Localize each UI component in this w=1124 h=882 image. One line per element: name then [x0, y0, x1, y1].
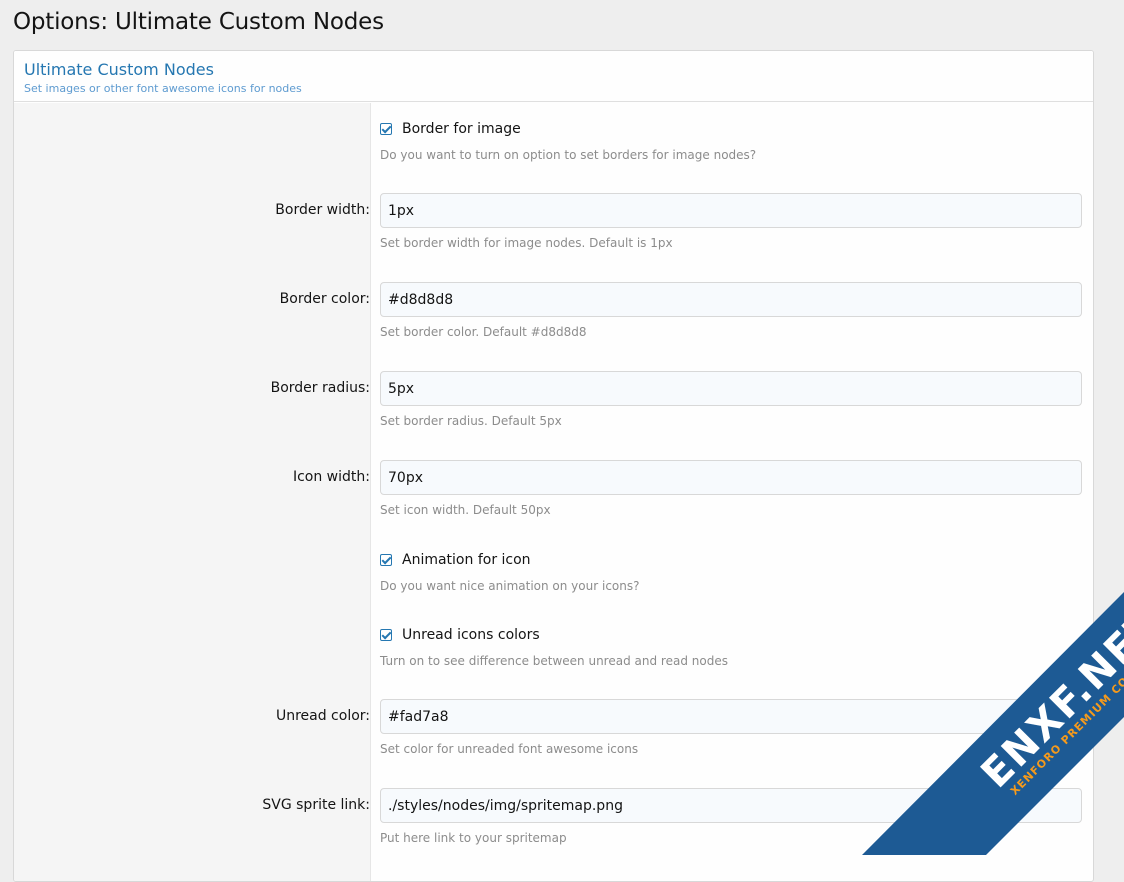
unread-icons-colors-hint: Turn on to see difference between unread… [380, 654, 728, 668]
svg-sprite-link-label: SVG sprite link: [262, 797, 370, 813]
animation-for-icon-checkbox[interactable] [380, 554, 392, 566]
block-title[interactable]: Ultimate Custom Nodes [24, 60, 1093, 80]
border-for-image-hint: Do you want to turn on option to set bor… [380, 148, 757, 162]
border-for-image-label[interactable]: Border for image [402, 121, 521, 137]
border-radius-input[interactable] [380, 371, 1082, 406]
border-for-image-checkbox-row[interactable]: Border for image [380, 121, 521, 137]
animation-for-icon-label[interactable]: Animation for icon [402, 552, 531, 568]
block-header: Ultimate Custom Nodes Set images or othe… [14, 51, 1093, 102]
label-column [14, 103, 371, 881]
border-width-label: Border width: [275, 202, 370, 218]
unread-color-label: Unread color: [275, 708, 370, 724]
border-color-label: Border color: [279, 291, 370, 307]
svg-sprite-link-input[interactable] [380, 788, 1082, 823]
border-color-input[interactable] [380, 282, 1082, 317]
unread-color-input[interactable] [380, 699, 1082, 734]
animation-for-icon-hint: Do you want nice animation on your icons… [380, 579, 640, 593]
animation-for-icon-checkbox-row[interactable]: Animation for icon [380, 552, 531, 568]
border-for-image-checkbox[interactable] [380, 123, 392, 135]
icon-width-input[interactable] [380, 460, 1082, 495]
svg-sprite-link-hint: Put here link to your spritemap [380, 831, 567, 845]
border-radius-hint: Set border radius. Default 5px [380, 414, 562, 428]
unread-icons-colors-label[interactable]: Unread icons colors [402, 627, 540, 643]
icon-width-label: Icon width: [292, 469, 370, 485]
block-description: Set images or other font awesome icons f… [24, 82, 302, 95]
icon-width-hint: Set icon width. Default 50px [380, 503, 551, 517]
options-block: Ultimate Custom Nodes Set images or othe… [13, 50, 1094, 882]
border-width-hint: Set border width for image nodes. Defaul… [380, 236, 673, 250]
unread-color-hint: Set color for unreaded font awesome icon… [380, 742, 639, 756]
border-radius-label: Border radius: [270, 380, 370, 396]
unread-icons-colors-checkbox[interactable] [380, 629, 392, 641]
unread-icons-colors-checkbox-row[interactable]: Unread icons colors [380, 627, 540, 643]
border-width-input[interactable] [380, 193, 1082, 228]
page-title: Options: Ultimate Custom Nodes [13, 9, 384, 35]
border-color-hint: Set border color. Default #d8d8d8 [380, 325, 587, 339]
